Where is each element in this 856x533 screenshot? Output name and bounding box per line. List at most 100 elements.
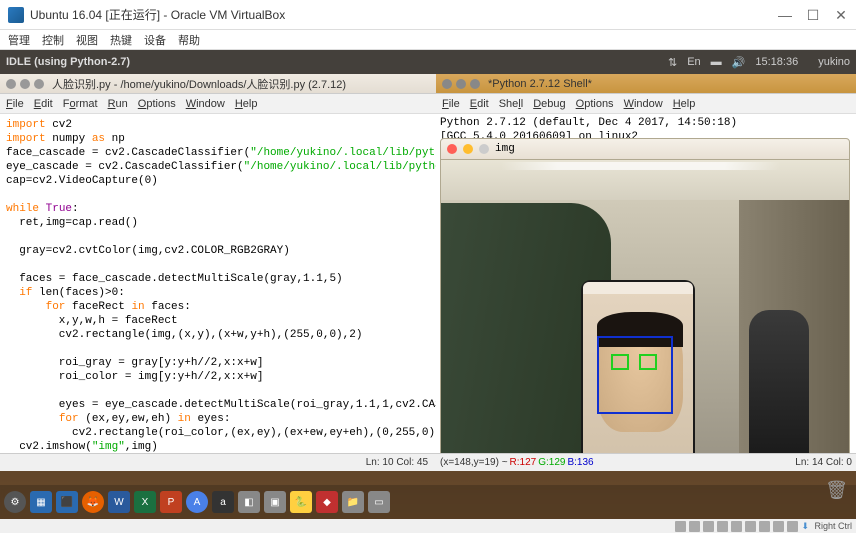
battery-icon[interactable]: ▬ xyxy=(711,56,722,68)
shell-statusbar: (x=148,y=19) ~ R:127 G:129 B:136 Ln: 14 … xyxy=(436,453,856,471)
editor-title: 人脸识别.py - /home/yukino/Downloads/人脸识别.py… xyxy=(52,76,346,92)
vbox-menu-control[interactable]: 控制 xyxy=(42,32,64,48)
camera-feed xyxy=(440,160,850,453)
word-icon[interactable]: W xyxy=(108,491,130,513)
shell-menu-help[interactable]: Help xyxy=(673,98,696,110)
virtualbox-title: Ubuntu 16.04 [正在运行] - Oracle VM VirtualB… xyxy=(30,6,778,23)
opencv-img-window[interactable]: img xyxy=(440,138,850,453)
store-icon[interactable]: A xyxy=(186,491,208,513)
vbox-usb-icon[interactable] xyxy=(703,521,714,532)
img-close-dot[interactable] xyxy=(447,144,457,154)
trash-icon[interactable]: 🗑 xyxy=(825,480,848,501)
vbox-net-icon[interactable] xyxy=(745,521,756,532)
room-background xyxy=(441,160,849,453)
vbox-menu-help[interactable]: 帮助 xyxy=(178,32,200,48)
vbox-shared-icon[interactable] xyxy=(717,521,728,532)
app-icon-4[interactable]: ◆ xyxy=(316,491,338,513)
vbox-rec-icon[interactable] xyxy=(787,521,798,532)
excel-icon[interactable]: X xyxy=(134,491,156,513)
shell-close-dot[interactable] xyxy=(442,79,452,89)
editor-cursor-position: Ln: 10 Col: 45 xyxy=(366,457,428,468)
vbox-disk-icon[interactable] xyxy=(675,521,686,532)
ubuntu-taskbar: ⚙ ▦ ⬛ 🦊 W X P A a ◧ ▣ 🐍 ◆ 📁 ▭ 🗑 xyxy=(0,485,856,519)
vbox-clipboard-icon[interactable] xyxy=(773,521,784,532)
minimize-button[interactable]: — xyxy=(778,8,792,22)
rgb-g-value: G:129 xyxy=(538,457,565,468)
rgb-r-value: R:127 xyxy=(510,457,537,468)
shell-window: *Python 2.7.12 Shell* File Edit Shell De… xyxy=(436,74,856,471)
vbox-hostkey: Right Ctrl xyxy=(814,521,852,531)
shell-min-dot[interactable] xyxy=(456,79,466,89)
user-name[interactable]: yukino xyxy=(818,56,850,68)
settings-icon[interactable]: ⚙ xyxy=(4,491,26,513)
folder-icon[interactable]: 📁 xyxy=(342,491,364,513)
editor-menu-window[interactable]: Window xyxy=(186,98,225,110)
virtualbox-icon xyxy=(8,7,24,23)
vbox-display-icon[interactable] xyxy=(731,521,742,532)
ubuntu-topbar: IDLE (using Python-2.7) ⇅ En ▬ 🔊 15:18:3… xyxy=(0,50,856,74)
close-dot[interactable] xyxy=(6,79,16,89)
shell-output[interactable]: Python 2.7.12 (default, Dec 4 2017, 14:5… xyxy=(436,114,856,453)
language-indicator[interactable]: En xyxy=(687,56,700,68)
maximize-button[interactable]: ☐ xyxy=(806,8,820,22)
clock[interactable]: 15:18:36 xyxy=(755,56,798,68)
volume-icon[interactable]: 🔊 xyxy=(732,56,746,69)
img-zoom-dot[interactable] xyxy=(479,144,489,154)
editor-menubar: File Edit Format Run Options Window Help xyxy=(0,94,436,114)
editor-titlebar[interactable]: 人脸识别.py - /home/yukino/Downloads/人脸识别.py… xyxy=(0,74,436,94)
shell-zoom-dot[interactable] xyxy=(470,79,480,89)
shell-menu-debug[interactable]: Debug xyxy=(533,98,565,110)
firefox-icon[interactable]: 🦊 xyxy=(82,491,104,513)
files-icon[interactable]: ▦ xyxy=(30,491,52,513)
app-icon-5[interactable]: ▭ xyxy=(368,491,390,513)
img-window-titlebar[interactable]: img xyxy=(440,138,850,160)
shell-menu-edit[interactable]: Edit xyxy=(470,98,489,110)
ceiling-lights xyxy=(501,162,781,170)
amazon-icon[interactable]: a xyxy=(212,491,234,513)
minimize-dot[interactable] xyxy=(20,79,30,89)
vbox-menu-hotkeys[interactable]: 热键 xyxy=(110,32,132,48)
face-detection-box xyxy=(597,336,673,414)
virtualbox-statusbar: ⬇ Right Ctrl xyxy=(0,519,856,533)
app-icon-3[interactable]: ▣ xyxy=(264,491,286,513)
workspace: 人脸识别.py - /home/yukino/Downloads/人脸识别.py… xyxy=(0,74,856,471)
vbox-menu-manage[interactable]: 管理 xyxy=(8,32,30,48)
virtualbox-menubar: 管理 控制 视图 热键 设备 帮助 xyxy=(0,30,856,50)
pixel-coords: (x=148,y=19) ~ xyxy=(440,457,508,468)
editor-statusbar: Ln: 10 Col: 45 xyxy=(0,453,436,471)
vbox-optical-icon[interactable] xyxy=(689,521,700,532)
shell-menu-shell[interactable]: Shell xyxy=(499,98,523,110)
close-button[interactable]: ✕ xyxy=(834,8,848,22)
editor-menu-edit[interactable]: Edit xyxy=(34,98,53,110)
app-icon-2[interactable]: ◧ xyxy=(238,491,260,513)
editor-window: 人脸识别.py - /home/yukino/Downloads/人脸识别.py… xyxy=(0,74,436,471)
editor-menu-file[interactable]: File xyxy=(6,98,24,110)
arrows-icon[interactable]: ⇅ xyxy=(668,56,677,69)
editor-menu-run[interactable]: Run xyxy=(108,98,128,110)
eye-detection-box-left xyxy=(611,354,629,370)
app-icon-1[interactable]: ⬛ xyxy=(56,491,78,513)
vbox-menu-devices[interactable]: 设备 xyxy=(144,32,166,48)
editor-menu-format[interactable]: Format xyxy=(63,98,98,110)
img-window-title: img xyxy=(495,142,515,156)
shell-menu-window[interactable]: Window xyxy=(624,98,663,110)
vbox-mouse-icon: ⬇ xyxy=(801,521,811,531)
vbox-audio-icon[interactable] xyxy=(759,521,770,532)
editor-menu-options[interactable]: Options xyxy=(138,98,176,110)
python-icon[interactable]: 🐍 xyxy=(290,491,312,513)
vbox-menu-view[interactable]: 视图 xyxy=(76,32,98,48)
shell-titlebar[interactable]: *Python 2.7.12 Shell* xyxy=(436,74,856,94)
zoom-dot[interactable] xyxy=(34,79,44,89)
background-person xyxy=(749,310,809,453)
shell-menu-options[interactable]: Options xyxy=(576,98,614,110)
powerpoint-icon[interactable]: P xyxy=(160,491,182,513)
virtualbox-titlebar: Ubuntu 16.04 [正在运行] - Oracle VM VirtualB… xyxy=(0,0,856,30)
ubuntu-app-title: IDLE (using Python-2.7) xyxy=(6,56,668,68)
editor-menu-help[interactable]: Help xyxy=(235,98,258,110)
rgb-b-value: B:136 xyxy=(567,457,593,468)
img-min-dot[interactable] xyxy=(463,144,473,154)
shell-cursor-position: Ln: 14 Col: 0 xyxy=(795,457,852,468)
code-editor[interactable]: import cv2 import numpy as np face_casca… xyxy=(0,114,436,453)
shell-menu-file[interactable]: File xyxy=(442,98,460,110)
shell-title: *Python 2.7.12 Shell* xyxy=(488,78,592,90)
